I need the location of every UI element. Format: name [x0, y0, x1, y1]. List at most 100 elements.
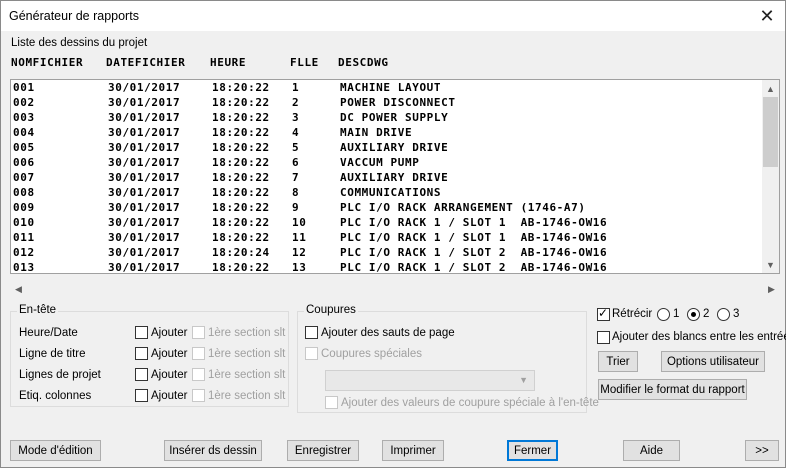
valeurs-coupure-checkbox[interactable] [325, 396, 338, 409]
modifier-format-button[interactable]: Modifier le format du rapport [598, 379, 747, 400]
imprimer-button[interactable]: Imprimer [382, 440, 444, 461]
list-cell: 010 [13, 216, 35, 229]
list-cell: 30/01/2017 [108, 141, 181, 154]
vertical-scrollbar[interactable]: ▲ ▼ [762, 80, 779, 273]
shrink-radio-2[interactable] [687, 308, 700, 321]
list-cell: 18:20:22 [212, 81, 270, 94]
heure-date-section-checkbox[interactable] [192, 326, 205, 339]
entete-label-heure-date: Heure/Date [19, 327, 78, 339]
list-cell: 18:20:22 [212, 186, 270, 199]
valeurs-coupure-label: Ajouter des valeurs de coupure spéciale … [341, 397, 599, 409]
list-cell: 13 [292, 261, 307, 274]
sauts-page-checkbox[interactable] [305, 326, 318, 339]
retrecir-label[interactable]: Rétrécir [612, 308, 652, 320]
entete-title: En-tête [17, 304, 59, 316]
coupures-speciales-label: Coupures spéciales [321, 348, 423, 360]
column-header-datefichier[interactable]: DATEFICHIER [106, 56, 185, 69]
enregistrer-button[interactable]: Enregistrer [287, 440, 359, 461]
list-cell: 30/01/2017 [108, 231, 181, 244]
fermer-button[interactable]: Fermer [507, 440, 558, 461]
list-cell: DC POWER SUPPLY [340, 111, 449, 124]
ligne-titre-ajouter-label[interactable]: Ajouter [151, 348, 187, 360]
list-cell: AUXILIARY DRIVE [340, 171, 449, 184]
list-cell: 8 [292, 186, 300, 199]
inserer-dessin-button[interactable]: Insérer ds dessin [164, 440, 262, 461]
blancs-checkbox[interactable] [597, 331, 610, 344]
lignes-projet-ajouter-label[interactable]: Ajouter [151, 369, 187, 381]
heure-date-ajouter-checkbox[interactable] [135, 326, 148, 339]
list-cell: 30/01/2017 [108, 261, 181, 274]
column-header-flle[interactable]: FLLE [290, 56, 319, 69]
list-cell: 30/01/2017 [108, 216, 181, 229]
ligne-titre-ajouter-checkbox[interactable] [135, 347, 148, 360]
list-cell: 013 [13, 261, 35, 274]
list-cell: AUXILIARY DRIVE [340, 141, 449, 154]
entete-label-lignes-projet: Lignes de projet [19, 369, 101, 381]
heure-date-ajouter-label[interactable]: Ajouter [151, 327, 187, 339]
shrink-radio-1-label[interactable]: 1 [673, 308, 679, 320]
mode-edition-button[interactable]: Mode d'édition [10, 440, 101, 461]
list-cell: 30/01/2017 [108, 246, 181, 259]
shrink-radio-1[interactable] [657, 308, 670, 321]
column-header-descdwg[interactable]: DESCDWG [338, 56, 389, 69]
scroll-right-icon[interactable]: ▶ [763, 281, 780, 298]
list-cell: 18:20:22 [212, 171, 270, 184]
lignes-projet-ajouter-checkbox[interactable] [135, 368, 148, 381]
list-cell: 7 [292, 171, 300, 184]
coupures-speciales-checkbox[interactable] [305, 347, 318, 360]
list-label: Liste des dessins du projet [11, 37, 148, 49]
column-header-nomfichier[interactable]: NOMFICHIER [11, 56, 83, 69]
chevron-down-icon: ▼ [519, 375, 528, 385]
ligne-titre-section-label: 1ère section slt [208, 348, 286, 360]
etiq-colonnes-ajouter-label[interactable]: Ajouter [151, 390, 187, 402]
more-options-button[interactable]: >> [745, 440, 779, 461]
shrink-radio-2-label[interactable]: 2 [703, 308, 709, 320]
list-cell: COMMUNICATIONS [340, 186, 442, 199]
list-cell: 004 [13, 126, 35, 139]
column-header-heure[interactable]: HEURE [210, 56, 246, 69]
horizontal-scrollbar[interactable]: ◀ ▶ [10, 281, 780, 298]
list-cell: PLC I/O RACK 1 / SLOT 1 AB-1746-OW16 [340, 231, 608, 244]
coupure-speciale-select[interactable]: ▼ [325, 370, 535, 391]
list-cell: 007 [13, 171, 35, 184]
scroll-down-icon[interactable]: ▼ [762, 256, 779, 273]
scroll-left-icon[interactable]: ◀ [10, 281, 27, 298]
list-cell: PLC I/O RACK 1 / SLOT 2 AB-1746-OW16 [340, 246, 608, 259]
blancs-label[interactable]: Ajouter des blancs entre les entrées [612, 331, 786, 343]
scroll-up-icon[interactable]: ▲ [762, 80, 779, 97]
list-cell: 30/01/2017 [108, 186, 181, 199]
list-cell: MAIN DRIVE [340, 126, 413, 139]
etiq-colonnes-section-checkbox[interactable] [192, 389, 205, 402]
list-cell: 30/01/2017 [108, 81, 181, 94]
list-cell: 30/01/2017 [108, 126, 181, 139]
close-icon[interactable]: ✕ [749, 1, 785, 31]
list-cell: 18:20:22 [212, 231, 270, 244]
lignes-projet-section-checkbox[interactable] [192, 368, 205, 381]
list-cell: PLC I/O RACK ARRANGEMENT (1746-A7) [340, 201, 586, 214]
aide-button[interactable]: Aide [623, 440, 680, 461]
shrink-radio-3-label[interactable]: 3 [733, 308, 739, 320]
list-cell: 18:20:24 [212, 246, 270, 259]
list-cell: 18:20:22 [212, 201, 270, 214]
trier-button[interactable]: Trier [598, 351, 638, 372]
list-cell: 2 [292, 96, 300, 109]
ligne-titre-section-checkbox[interactable] [192, 347, 205, 360]
scroll-thumb[interactable] [763, 97, 778, 167]
sauts-page-label[interactable]: Ajouter des sauts de page [321, 327, 455, 339]
list-cell: 012 [13, 246, 35, 259]
list-cell: 003 [13, 111, 35, 124]
list-cell: PLC I/O RACK 1 / SLOT 2 AB-1746-OW16 [340, 261, 608, 274]
list-cell: VACCUM PUMP [340, 156, 420, 169]
list-cell: 12 [292, 246, 307, 259]
heure-date-section-label: 1ère section slt [208, 327, 286, 339]
retrecir-checkbox[interactable] [597, 306, 610, 321]
list-cell: PLC I/O RACK 1 / SLOT 1 AB-1746-OW16 [340, 216, 608, 229]
shrink-radio-3[interactable] [717, 308, 730, 321]
list-cell: 18:20:22 [212, 261, 270, 274]
list-cell: 1 [292, 81, 300, 94]
etiq-colonnes-ajouter-checkbox[interactable] [135, 389, 148, 402]
options-utilisateur-button[interactable]: Options utilisateur [661, 351, 765, 372]
list-cell: POWER DISCONNECT [340, 96, 456, 109]
drawing-list[interactable]: 001 30/01/2017 18:20:22 1 MACHINE LAYOUT 002 3… [10, 79, 780, 274]
list-cell: 18:20:22 [212, 96, 270, 109]
